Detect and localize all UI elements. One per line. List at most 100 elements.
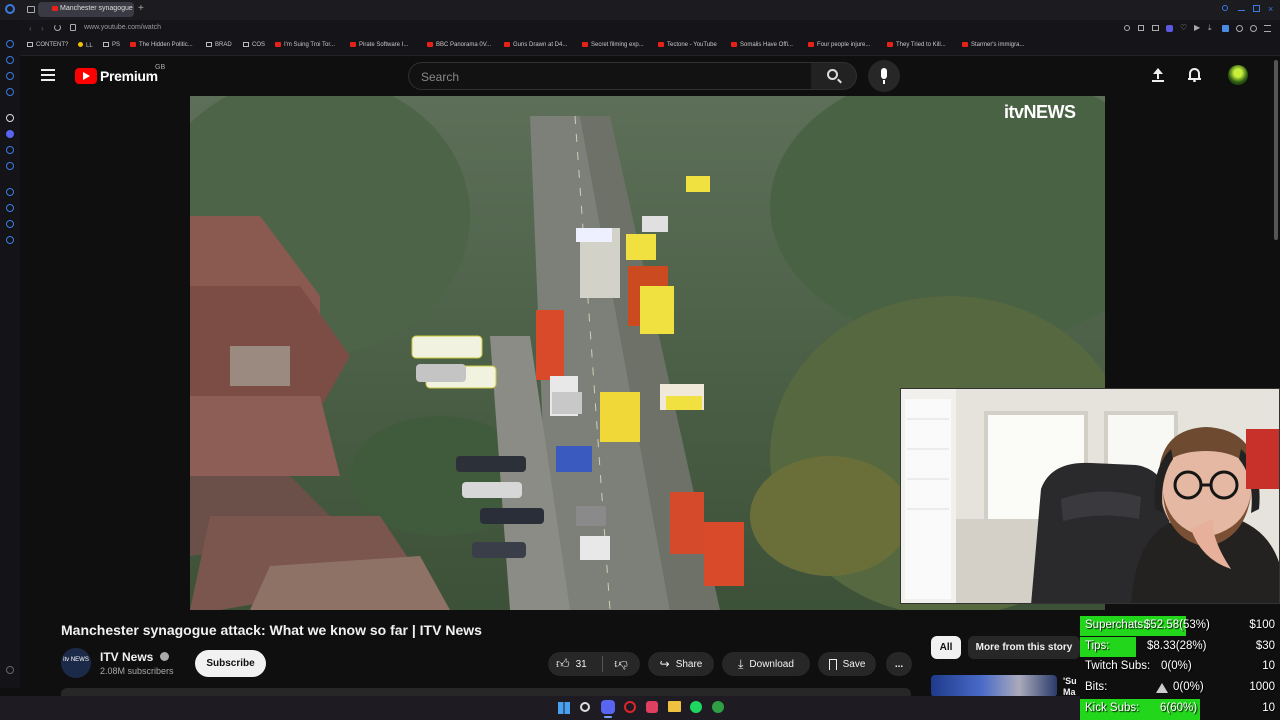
- downloads-icon[interactable]: ⤓: [1208, 23, 1212, 33]
- tab-title: Manchester synagogue: [60, 5, 133, 12]
- translate-icon[interactable]: [1138, 25, 1144, 31]
- recommended-video-thumbnail[interactable]: [931, 675, 1057, 697]
- taskbar-opera-icon[interactable]: [624, 701, 636, 713]
- youtube-logo[interactable]: Premium GB: [75, 64, 175, 87]
- description-box-edge: [61, 688, 911, 696]
- browser-tab-bar: [0, 0, 1280, 20]
- taskbar-file-explorer-icon[interactable]: [668, 701, 681, 712]
- chip-all[interactable]: All: [931, 636, 961, 659]
- upload-base: [1152, 80, 1164, 82]
- download-button[interactable]: ⤓ Download: [722, 652, 810, 676]
- bookmark-item[interactable]: Somalis Have Offi...: [731, 42, 793, 48]
- downloads-sidebar-icon[interactable]: [6, 220, 14, 228]
- url-field[interactable]: www.youtube.com/watch: [84, 24, 161, 31]
- video-title: Manchester synagogue attack: What we kno…: [61, 622, 482, 638]
- bookmark-item[interactable]: Starmer's immigra...: [962, 42, 1024, 48]
- clock-icon[interactable]: [6, 204, 14, 212]
- search-button[interactable]: [811, 62, 857, 90]
- bookmark-item[interactable]: LL: [78, 42, 93, 49]
- windows-start-icon[interactable]: [558, 702, 570, 714]
- like-button[interactable]: 👍︎ 31: [552, 652, 602, 676]
- stats-goal: $30: [1255, 640, 1275, 652]
- bell-clapper: [1193, 80, 1196, 82]
- more-icon[interactable]: [6, 666, 14, 674]
- avatar[interactable]: [1228, 65, 1248, 85]
- player-icon[interactable]: ▶: [1194, 23, 1200, 32]
- close-icon[interactable]: ×: [1268, 4, 1273, 14]
- browser-tab-active[interactable]: Manchester synagogue: [38, 2, 134, 17]
- bookmark-item[interactable]: BRAD: [206, 42, 232, 48]
- bookmark-item[interactable]: CONTENT?: [27, 42, 68, 48]
- zoom-icon[interactable]: [1124, 25, 1130, 31]
- channel-avatar[interactable]: itv NEWS: [61, 648, 91, 678]
- bookmark-item[interactable]: PS: [103, 42, 120, 48]
- taskbar-app-icon[interactable]: [646, 701, 658, 713]
- opera-logo-icon[interactable]: [5, 4, 15, 14]
- bookmark-item[interactable]: Four people injure...: [808, 42, 870, 48]
- recommended-video-title[interactable]: 'Su Ma: [1063, 676, 1077, 698]
- bookmark-item[interactable]: BBC Panorama 0V...: [427, 42, 491, 48]
- share-button[interactable]: ↪ Share: [648, 652, 714, 676]
- bookmark-item[interactable]: COS: [243, 42, 265, 48]
- minimize-icon[interactable]: [1238, 10, 1245, 11]
- page-scrollbar[interactable]: [1274, 60, 1278, 240]
- save-button[interactable]: Save: [818, 652, 876, 676]
- forward-icon[interactable]: ›: [41, 24, 44, 33]
- site-info-icon[interactable]: [70, 24, 76, 31]
- channel-name[interactable]: ITV News: [100, 650, 169, 664]
- snapshot-icon[interactable]: [1152, 25, 1159, 31]
- messenger-icon[interactable]: [6, 56, 14, 64]
- bookmark-item[interactable]: They Tried to Kill...: [887, 42, 946, 48]
- vpn-icon[interactable]: [1166, 25, 1173, 32]
- stats-value: 0(0%): [1173, 681, 1204, 693]
- bookmark-heart-icon[interactable]: ♡: [1180, 23, 1187, 32]
- new-tab-button[interactable]: +: [138, 3, 144, 14]
- hamburger-menu-icon[interactable]: [41, 69, 55, 81]
- rec-title-line1: 'Su: [1063, 676, 1077, 686]
- stats-value: $8.33(28%): [1147, 640, 1207, 652]
- bookmark-item[interactable]: Pirate Software I...: [350, 42, 408, 48]
- notifications-bell-icon[interactable]: [1188, 68, 1201, 82]
- create-upload-icon[interactable]: [1152, 68, 1164, 82]
- easy-setup-icon[interactable]: [1236, 25, 1243, 32]
- ai-assistant-icon[interactable]: [6, 114, 14, 122]
- maximize-icon[interactable]: [1253, 5, 1260, 12]
- search-input[interactable]: Search: [408, 62, 812, 90]
- bookmark-item[interactable]: Tectone - YouTube: [658, 42, 717, 48]
- speed-dial-icon[interactable]: [6, 40, 14, 48]
- reload-icon[interactable]: [54, 24, 61, 31]
- webcam-overlay: [900, 388, 1280, 604]
- bookmark-item[interactable]: I'm Suing Troi Tor...: [275, 42, 335, 48]
- chip-more-from-story[interactable]: More from this story: [968, 636, 1080, 659]
- upload-stem: [1157, 73, 1159, 79]
- back-icon[interactable]: ‹: [29, 24, 32, 33]
- search-tabs-icon[interactable]: [1222, 5, 1228, 11]
- taskbar-xbox-icon[interactable]: [712, 701, 724, 713]
- more-actions-button[interactable]: ...: [886, 652, 912, 676]
- dislike-button[interactable]: 👍︎: [606, 652, 636, 676]
- bookmark-item[interactable]: Secret filming exp...: [582, 42, 644, 48]
- profile-icon[interactable]: [1250, 25, 1257, 32]
- whatsapp-icon[interactable]: [6, 72, 14, 80]
- telegram-icon[interactable]: [6, 88, 14, 96]
- chip-more-label: More from this story: [975, 642, 1073, 653]
- tab-overview-icon[interactable]: [27, 6, 35, 13]
- premium-label: Premium: [100, 68, 158, 84]
- search-icon-handle: [837, 78, 842, 84]
- discord-icon[interactable]: [6, 130, 14, 138]
- taskbar-spotify-icon[interactable]: [690, 701, 702, 713]
- stats-goal: $100: [1249, 619, 1275, 631]
- taskbar-discord-icon[interactable]: [601, 700, 615, 714]
- messenger-app-icon[interactable]: [6, 146, 14, 154]
- window-controls[interactable]: ×: [1222, 4, 1276, 14]
- bookmark-item[interactable]: Guns Drawn at D4...: [504, 42, 567, 48]
- extensions-icon[interactable]: [1222, 25, 1229, 32]
- instagram-icon[interactable]: [6, 162, 14, 170]
- menu-icon[interactable]: [1264, 25, 1271, 32]
- subscribe-button[interactable]: Subscribe: [195, 650, 266, 677]
- history-icon[interactable]: [6, 188, 14, 196]
- voice-search-button[interactable]: [868, 60, 900, 92]
- taskbar-search-icon[interactable]: [580, 702, 590, 712]
- settings-icon[interactable]: [6, 236, 14, 244]
- bookmark-item[interactable]: The Hidden Politic...: [130, 42, 193, 48]
